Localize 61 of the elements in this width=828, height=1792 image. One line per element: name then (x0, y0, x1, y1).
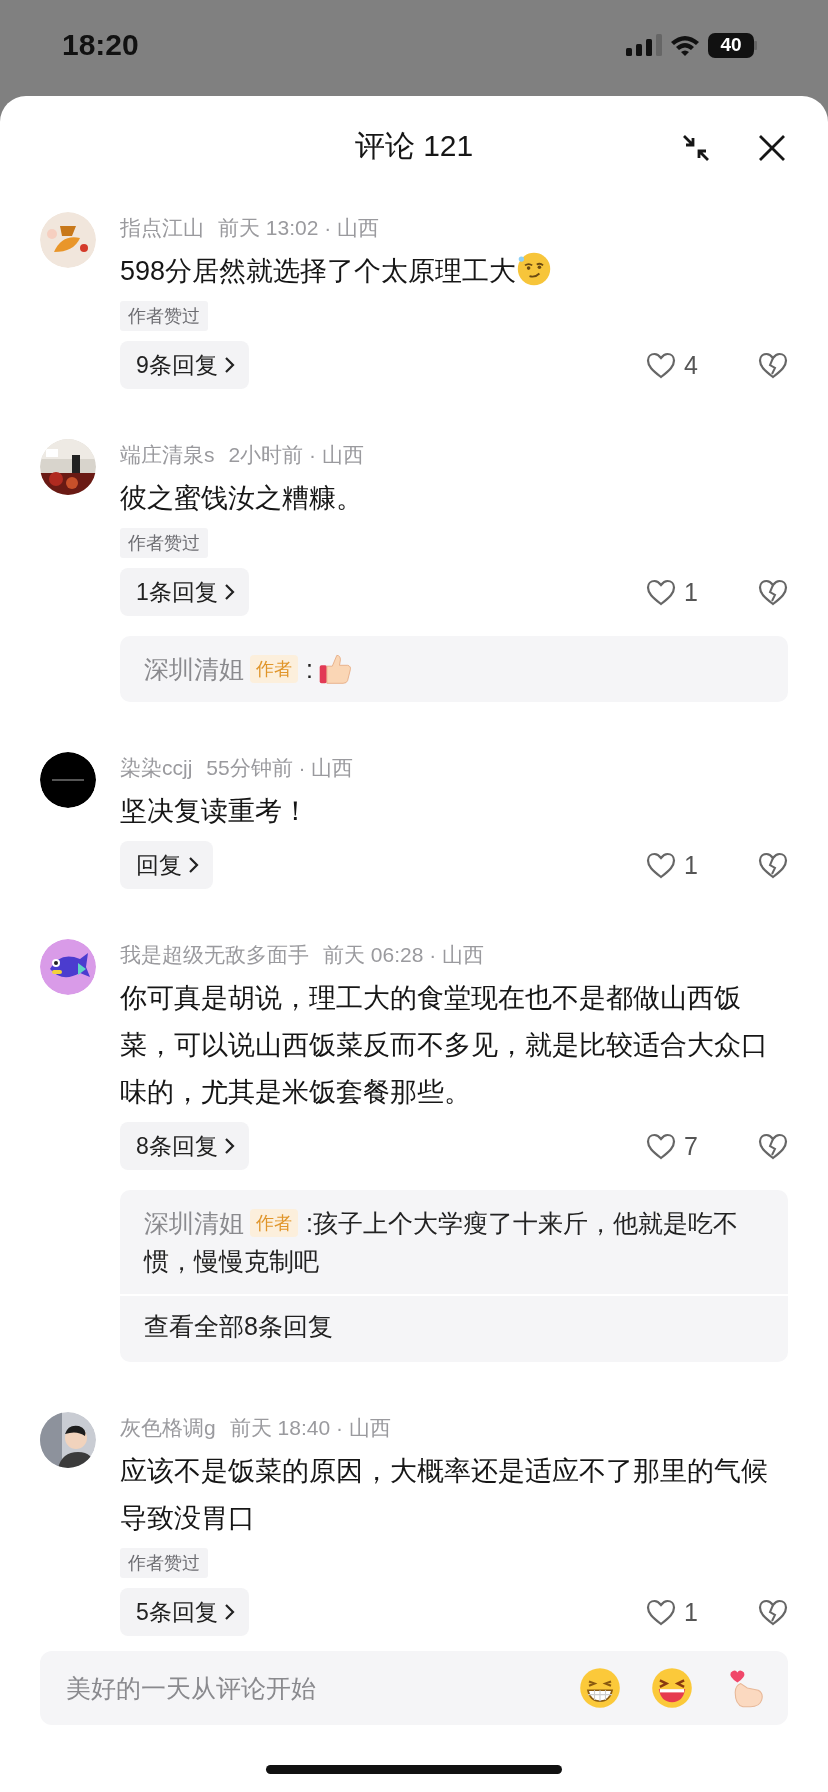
broken-heart-icon[interactable] (758, 1132, 788, 1160)
heart-icon[interactable] (646, 351, 677, 379)
chevron-icon (223, 1137, 235, 1155)
reply-text: 深圳清姐 作者 : (144, 655, 313, 683)
face-emoji-icon (516, 251, 553, 287)
like-count: 1 (684, 850, 698, 880)
comment-time-location: 前天 18:40 · 山西 (229, 1415, 391, 1441)
author-name[interactable]: 端庄清泉s (120, 441, 215, 469)
author-liked-tag: 作者赞过 (120, 301, 208, 331)
author-name[interactable]: 我是超级无敌多面手 (120, 941, 309, 969)
author-name[interactable]: 灰色格调g (120, 1414, 216, 1442)
broken-heart-icon[interactable] (758, 578, 788, 606)
comment-time-location: 前天 13:02 · 山西 (218, 215, 380, 241)
comment-time-location: 55分钟前 · 山西 (206, 755, 354, 781)
reply-author[interactable]: 深圳清姐 (144, 1209, 244, 1237)
comment-text: 你可真是胡说，理工大的食堂现在也不是都做山西饭菜，可以说山西饭菜反而不多见，就是比较适合大众口味的，尤其是米饭套餐那些。 (120, 983, 768, 1107)
broken-heart-icon[interactable] (758, 351, 788, 379)
chevron-icon (223, 583, 235, 601)
battery-tip-icon (754, 40, 758, 50)
replies-button[interactable]: 8条回复 (120, 1122, 249, 1170)
replies-button[interactable]: 9条回复 (120, 341, 249, 389)
like-count: 1 (684, 1597, 698, 1627)
comment-field[interactable]: 美好的一天从评论开始 (64, 1672, 550, 1704)
chevron-icon (223, 1603, 235, 1621)
comment-time-location: 前天 06:28 · 山西 (323, 942, 485, 968)
heart-icon[interactable] (646, 1598, 677, 1626)
chevron-icon (188, 856, 199, 874)
comment-text: 彼之蜜饯汝之糟糠。 (120, 483, 363, 513)
signal-icon (626, 34, 662, 56)
like-count: 1 (684, 577, 698, 607)
replies-button[interactable]: 回复 (120, 841, 213, 889)
author-badge: 作者 (250, 655, 298, 683)
broken-heart-icon[interactable] (758, 851, 788, 879)
replies-button[interactable]: 1条回复 (120, 568, 249, 616)
author-liked-tag: 作者赞过 (120, 1548, 208, 1578)
status-time: 18:20 (62, 28, 140, 63)
grinning-face-icon[interactable] (578, 1666, 622, 1710)
like-count: 4 (684, 350, 698, 380)
chevron-icon (223, 356, 235, 374)
heart-icon[interactable] (646, 851, 677, 879)
author-badge: 作者 (250, 1209, 298, 1237)
author-name[interactable]: 指点江山 (120, 214, 204, 242)
comment-time-location: 2小时前 · 山西 (228, 442, 364, 468)
author-name[interactable]: 染染ccjj (120, 754, 193, 782)
like-count: 7 (684, 1131, 698, 1161)
wifi-icon (670, 34, 700, 56)
author-liked-tag: 作者赞过 (120, 528, 208, 558)
replies-button[interactable]: 5条回复 (120, 1588, 249, 1636)
heart-icon[interactable] (646, 578, 677, 606)
reply-author[interactable]: 深圳清姐 (144, 655, 244, 683)
reply-text: 深圳清姐 作者 :孩子上个大学瘦了十来斤，他就是吃不惯，慢慢克制吧 (144, 1208, 739, 1277)
comment-input-bar[interactable]: 美好的一天从评论开始 (40, 1651, 788, 1725)
comment-text: 598分居然就选择了个太原理工大 (120, 256, 517, 286)
broken-heart-icon[interactable] (758, 1598, 788, 1626)
sheet-title: 评论 121 (354, 127, 474, 164)
battery-level-text: 40 (708, 32, 754, 58)
heart-icon[interactable] (646, 1132, 677, 1160)
comment-text: 应该不是饭菜的原因，大概率还是适应不了那里的气候导致没胃口 (120, 1456, 768, 1533)
laughing-face-icon[interactable] (650, 1666, 694, 1710)
comment-text: 坚决复读重考！ (120, 796, 309, 826)
view-all-replies-button[interactable]: 查看全部8条回复 (120, 1296, 788, 1362)
